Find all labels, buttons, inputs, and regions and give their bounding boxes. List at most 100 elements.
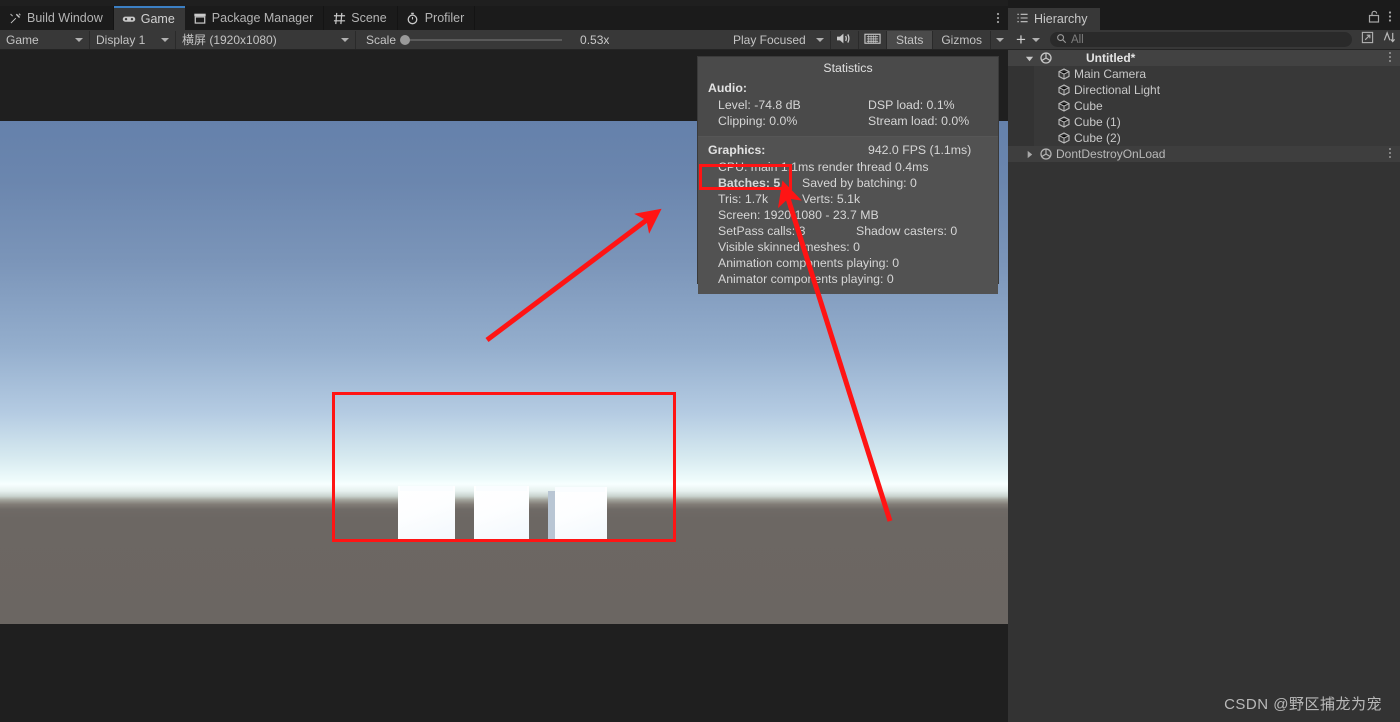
row-kebab-icon[interactable] <box>1388 147 1400 162</box>
hierarchy-dock: Hierarchy + All Untitled* Main Camera Di… <box>1008 0 1400 722</box>
aspect-ratio-dropdown[interactable]: 横屏 (1920x1080) <box>176 30 356 49</box>
cube-3 <box>548 487 607 540</box>
hierarchy-row-cube[interactable]: Cube <box>1008 98 1400 114</box>
scale-value: 0.53x <box>580 32 610 47</box>
tab-overflow-menu-icon[interactable] <box>988 6 1008 30</box>
hierarchy-icon <box>1016 12 1029 27</box>
hierarchy-row-directional-light[interactable]: Directional Light <box>1008 82 1400 98</box>
scale-slider-group[interactable]: Scale 0.53x <box>356 31 609 49</box>
wrench-hammer-icon <box>8 11 22 25</box>
tab-hierarchy[interactable]: Hierarchy <box>1008 8 1100 30</box>
maximize-on-play-icon <box>864 32 881 48</box>
grid-icon <box>332 11 346 25</box>
game-view-toolbar: Game Display 1 横屏 (1920x1080) Scale 0.53… <box>0 30 1008 50</box>
hierarchy-tree[interactable]: Untitled* Main Camera Directional Light … <box>1008 50 1400 722</box>
hierarchy-row-cube-2[interactable]: Cube (2) <box>1008 130 1400 146</box>
gizmos-dropdown-button[interactable] <box>990 30 1008 49</box>
hierarchy-row-label: Directional Light <box>1074 83 1161 97</box>
tab-scene[interactable]: Scene <box>324 6 398 30</box>
statistics-audio-section: Audio: Level: -74.8 dB Clipping: 0.0% DS… <box>698 81 998 136</box>
mute-audio-button[interactable] <box>830 30 859 49</box>
tab-profiler[interactable]: Profiler <box>397 6 476 30</box>
open-external-icon <box>1361 31 1374 49</box>
display-number-label: Display 1 <box>96 32 146 47</box>
collapse-triangle-icon[interactable] <box>1022 150 1036 159</box>
graphics-heading: Graphics: <box>708 143 766 157</box>
hierarchy-row-dontdestroyonload[interactable]: DontDestroyOnLoad <box>1008 146 1400 162</box>
kebab-menu-icon[interactable] <box>1388 10 1392 28</box>
graphics-screen: Screen: 1920.1080 - 23.7 MB <box>718 208 879 222</box>
gamepad-icon <box>122 12 136 26</box>
cube-top-face <box>555 487 605 492</box>
graphics-animator-components: Animator components playing: 0 <box>718 272 894 286</box>
play-mode-dropdown[interactable]: Play Focused <box>726 30 831 49</box>
tab-label: Profiler <box>424 11 465 25</box>
plus-icon: + <box>1016 29 1026 49</box>
expand-triangle-icon[interactable] <box>1022 54 1036 63</box>
graphics-batches: Batches: 5 <box>718 176 781 190</box>
tab-label: Hierarchy <box>1034 12 1088 26</box>
graphics-verts: Verts: 5.1k <box>802 192 861 206</box>
tab-build-window[interactable]: Build Window <box>0 6 114 30</box>
gameobject-icon <box>1056 116 1072 128</box>
maximize-on-play-button[interactable] <box>858 30 887 49</box>
play-mode-label: Play Focused <box>732 32 806 47</box>
hierarchy-row-label: Cube (2) <box>1074 131 1121 145</box>
audio-level: Level: -74.8 dB <box>718 98 801 112</box>
cube-top-face <box>400 486 453 491</box>
tab-package-manager[interactable]: Package Manager <box>184 6 325 30</box>
chevron-down-icon <box>995 37 1004 42</box>
cube-front-face <box>474 486 529 539</box>
hierarchy-row-label: Cube <box>1074 99 1103 113</box>
hierarchy-row-label: Untitled* <box>1086 51 1136 65</box>
hierarchy-row-cube-1[interactable]: Cube (1) <box>1008 114 1400 130</box>
row-kebab-icon[interactable] <box>1388 51 1400 66</box>
audio-clipping: Clipping: 0.0% <box>718 114 798 128</box>
lock-open-icon[interactable] <box>1368 10 1380 28</box>
search-input[interactable]: All <box>1049 32 1352 47</box>
graphics-setpass-calls: SetPass calls: 3 <box>718 224 806 238</box>
letterbox-bottom <box>0 624 1008 694</box>
tab-game[interactable]: Game <box>113 6 185 30</box>
watermark: CSDN @野区捕龙为宠 <box>1224 696 1382 713</box>
cube-1 <box>398 486 455 541</box>
audio-dsp-load: DSP load: 0.1% <box>868 98 955 112</box>
display-number-dropdown[interactable]: Display 1 <box>90 30 176 49</box>
search-placeholder: All <box>1070 33 1084 46</box>
graphics-animation-components: Animation components playing: 0 <box>718 256 900 270</box>
cube-front-face <box>398 486 455 541</box>
hierarchy-tab-actions <box>1368 8 1400 30</box>
statistics-overlay: Statistics Audio: Level: -74.8 dB Clippi… <box>697 56 999 294</box>
chevron-down-icon <box>815 37 824 42</box>
gizmos-button[interactable]: Gizmos <box>933 30 990 49</box>
hierarchy-row-label: DontDestroyOnLoad <box>1056 147 1166 161</box>
graphics-saved-by-batching: Saved by batching: 0 <box>802 176 917 190</box>
tab-label: Build Window <box>27 11 103 25</box>
statistics-title: Statistics <box>823 61 873 75</box>
search-icon <box>1056 33 1067 47</box>
hierarchy-row-scene[interactable]: Untitled* <box>1008 50 1400 66</box>
sort-button[interactable] <box>1378 30 1400 49</box>
scale-slider-handle[interactable] <box>400 34 411 45</box>
hierarchy-row-label: Cube (1) <box>1074 115 1121 129</box>
graphics-skinned-meshes: Visible skinned meshes: 0 <box>718 240 860 254</box>
scale-slider[interactable] <box>400 34 563 45</box>
game-view-dock: Build Window Game Package Manager Scene … <box>0 0 1008 722</box>
chevron-down-icon <box>161 37 169 42</box>
add-gameobject-button[interactable]: + <box>1008 29 1046 49</box>
audio-heading: Audio: <box>708 81 747 95</box>
open-external-button[interactable] <box>1356 31 1378 49</box>
hierarchy-row-main-camera[interactable]: Main Camera <box>1008 66 1400 82</box>
aspect-ratio-label: 横屏 (1920x1080) <box>182 33 277 47</box>
cube-side-face <box>548 491 555 540</box>
tab-label: Scene <box>351 11 387 25</box>
display-target-dropdown[interactable]: Game <box>0 30 90 49</box>
editor-tab-strip: Build Window Game Package Manager Scene … <box>0 6 1008 30</box>
stopwatch-icon <box>406 11 420 25</box>
hierarchy-empty-area[interactable] <box>1008 162 1400 722</box>
stats-label: Stats <box>895 32 924 47</box>
stats-toggle-button[interactable]: Stats <box>886 30 934 49</box>
display-target-label: Game <box>6 32 39 47</box>
tab-label: Package Manager <box>211 11 314 25</box>
statistics-graphics-section: Graphics: 942.0 FPS (1.1ms) CPU: main 1.… <box>698 136 998 294</box>
